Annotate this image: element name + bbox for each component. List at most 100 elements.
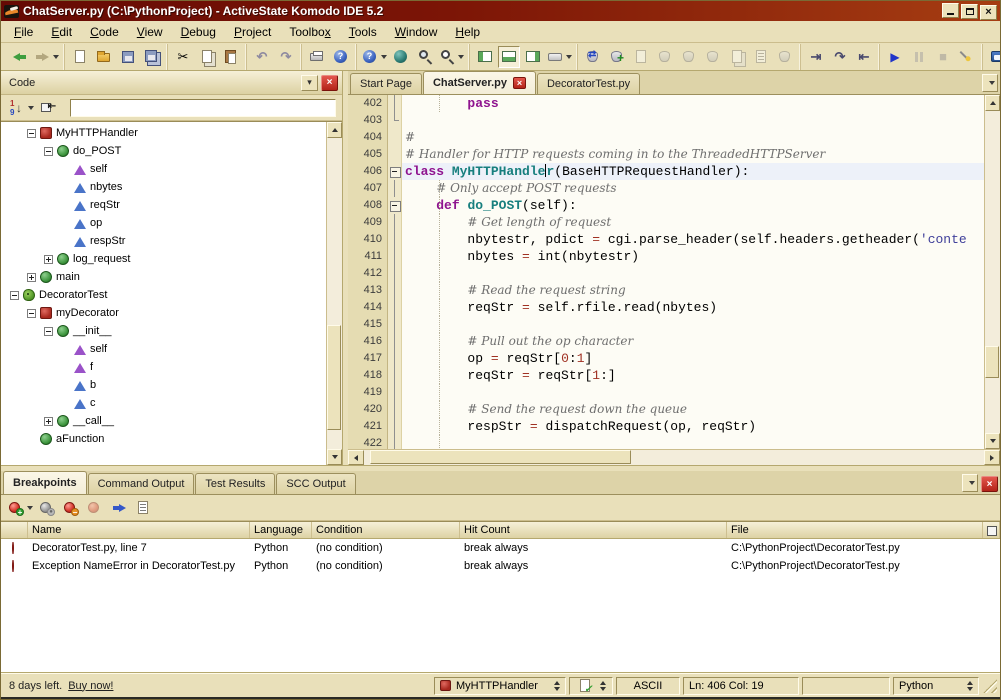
menu-window[interactable]: Window [386,23,447,41]
undo-icon[interactable]: ↶ [251,46,273,68]
tab-decoratortest-py[interactable]: DecoratorTest.py [537,73,640,94]
sort-symbols-icon[interactable]: ↓ [8,97,35,119]
dropdown-arrow-icon[interactable] [27,506,33,510]
fold-collapse-icon[interactable] [388,163,401,180]
column-picker-icon[interactable] [983,522,1000,538]
bp-delete-icon[interactable]: − [60,497,82,519]
column-header-hit-count[interactable]: Hit Count [460,522,727,538]
scc-revert-icon[interactable] [702,46,724,68]
code-line-404[interactable]: # [405,129,984,146]
tree-item-nbytes[interactable]: nbytes [1,178,326,196]
code-line-422[interactable] [405,435,984,449]
code-line-408[interactable]: def do_POST(self): [405,197,984,214]
paste-icon[interactable] [220,46,242,68]
tab-test-results[interactable]: Test Results [195,473,275,494]
minimize-button[interactable] [942,3,959,18]
collapse-icon[interactable] [10,291,19,300]
web-browser-icon[interactable]: ? [361,46,388,68]
tree-item-self[interactable]: self [1,160,326,178]
column-header-language[interactable]: Language [250,522,312,538]
show-right-pane-icon[interactable] [522,46,544,68]
step-out-icon[interactable]: ⇤ [853,46,875,68]
scroll-thumb[interactable] [327,325,341,431]
close-button[interactable]: × [980,5,997,20]
status-syntax-check[interactable] [569,677,613,695]
save-all-icon[interactable] [141,46,163,68]
menu-tools[interactable]: Tools [340,23,386,41]
scc-edit-icon[interactable] [630,46,652,68]
code-line-418[interactable]: reqStr = reqStr[1:] [405,367,984,384]
expand-icon[interactable] [44,417,53,426]
buy-now-link[interactable]: Buy now! [68,680,113,692]
code-line-415[interactable] [405,316,984,333]
output-panel-menu-button[interactable] [962,474,978,492]
tab-list-dropdown-button[interactable] [982,74,998,92]
print-icon[interactable] [306,46,328,68]
toolbox-icon[interactable] [987,46,1001,68]
editor-vertical-scrollbar[interactable] [984,95,1000,449]
redo-icon[interactable]: ↷ [275,46,297,68]
symbol-filter-input[interactable] [70,99,336,117]
pause-icon[interactable] [908,46,930,68]
resize-grip[interactable] [983,679,997,693]
collapse-icon[interactable] [27,309,36,318]
collapse-icon[interactable] [44,327,53,336]
bp-properties-icon[interactable] [132,497,154,519]
find-icon[interactable] [414,46,436,68]
scroll-up-button[interactable] [327,122,342,138]
tab-command-output[interactable]: Command Output [88,473,195,494]
code-panel-menu-button[interactable]: ▾ [301,75,318,91]
editor-horizontal-scrollbar[interactable] [348,449,1000,465]
tree-scrollbar[interactable] [326,122,342,465]
code-panel-close-button[interactable]: × [321,75,338,91]
menu-debug[interactable]: Debug [172,23,225,41]
dropdown-arrow-icon[interactable] [381,55,387,59]
tree-item-f[interactable]: f [1,358,326,376]
dropdown-arrow-icon[interactable] [53,55,59,59]
bp-disable-icon[interactable]: ● [36,497,58,519]
tab-scc-output[interactable]: SCC Output [276,473,355,494]
dropdown-arrow-icon[interactable] [566,55,572,59]
scc-refresh-icon[interactable] [582,46,604,68]
tree-item-b[interactable]: b [1,376,326,394]
code-line-405[interactable]: # Handler for HTTP requests coming in to… [405,146,984,163]
help-icon[interactable]: ? [330,46,352,68]
show-left-pane-icon[interactable] [474,46,496,68]
code-tree[interactable]: MyHTTPHandlerdo_POSTselfnbytesreqStropre… [1,122,326,465]
tab-chatserver-py[interactable]: ChatServer.py× [423,71,536,94]
menu-view[interactable]: View [128,23,172,41]
scc-open-icon[interactable] [654,46,676,68]
scroll-left-button[interactable] [348,450,364,465]
scroll-right-button[interactable] [984,450,1000,465]
scc-add-icon[interactable] [606,46,628,68]
tree-item-log_request[interactable]: log_request [1,250,326,268]
forward-icon[interactable] [33,46,60,68]
dropdown-arrow-icon[interactable] [458,55,464,59]
save-icon[interactable] [117,46,139,68]
tree-item-op[interactable]: op [1,214,326,232]
expand-icon[interactable] [27,273,36,282]
code-line-417[interactable]: op = reqStr[0:1] [405,350,984,367]
back-icon[interactable] [9,46,31,68]
dropdown-arrow-icon[interactable] [28,106,34,110]
code-line-416[interactable]: # Pull out the op character [405,333,984,350]
column-header-condition[interactable]: Condition [312,522,460,538]
menu-file[interactable]: File [5,23,42,41]
open-file-icon[interactable] [93,46,115,68]
preview-icon[interactable] [390,46,412,68]
code-line-414[interactable]: reqStr = self.rfile.read(nbytes) [405,299,984,316]
new-file-icon[interactable] [69,46,91,68]
menu-edit[interactable]: Edit [42,23,81,41]
step-in-icon[interactable]: ⇥ [805,46,827,68]
tree-item-MyHTTPHandler[interactable]: MyHTTPHandler [1,124,326,142]
output-panel-close-button[interactable]: × [981,476,998,492]
tree-item-self[interactable]: self [1,340,326,358]
cut-icon[interactable]: ✂ [172,46,194,68]
status-encoding[interactable]: ASCII [616,677,680,695]
status-current-symbol[interactable]: MyHTTPHandler [434,677,566,695]
tree-item-__call__[interactable]: __call__ [1,412,326,430]
code-line-409[interactable]: # Get length of request [405,214,984,231]
code-line-406[interactable]: class MyHTTPHandler(BaseHTTPRequestHandl… [402,163,984,180]
scc-history-icon[interactable] [750,46,772,68]
tree-item-main[interactable]: main [1,268,326,286]
